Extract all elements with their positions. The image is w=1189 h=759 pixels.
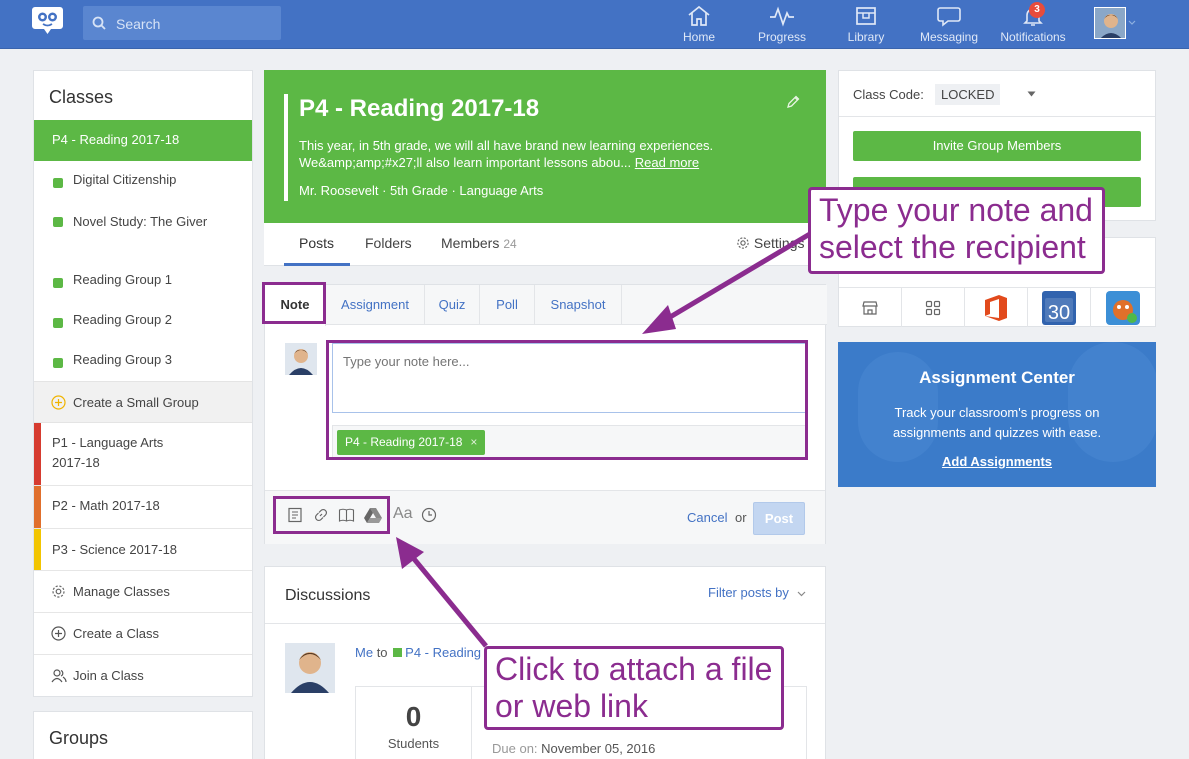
callout-type-note: Type your note and select the recipient bbox=[808, 187, 1105, 274]
callout-attach-file: Click to attach a file or web link bbox=[484, 646, 784, 730]
